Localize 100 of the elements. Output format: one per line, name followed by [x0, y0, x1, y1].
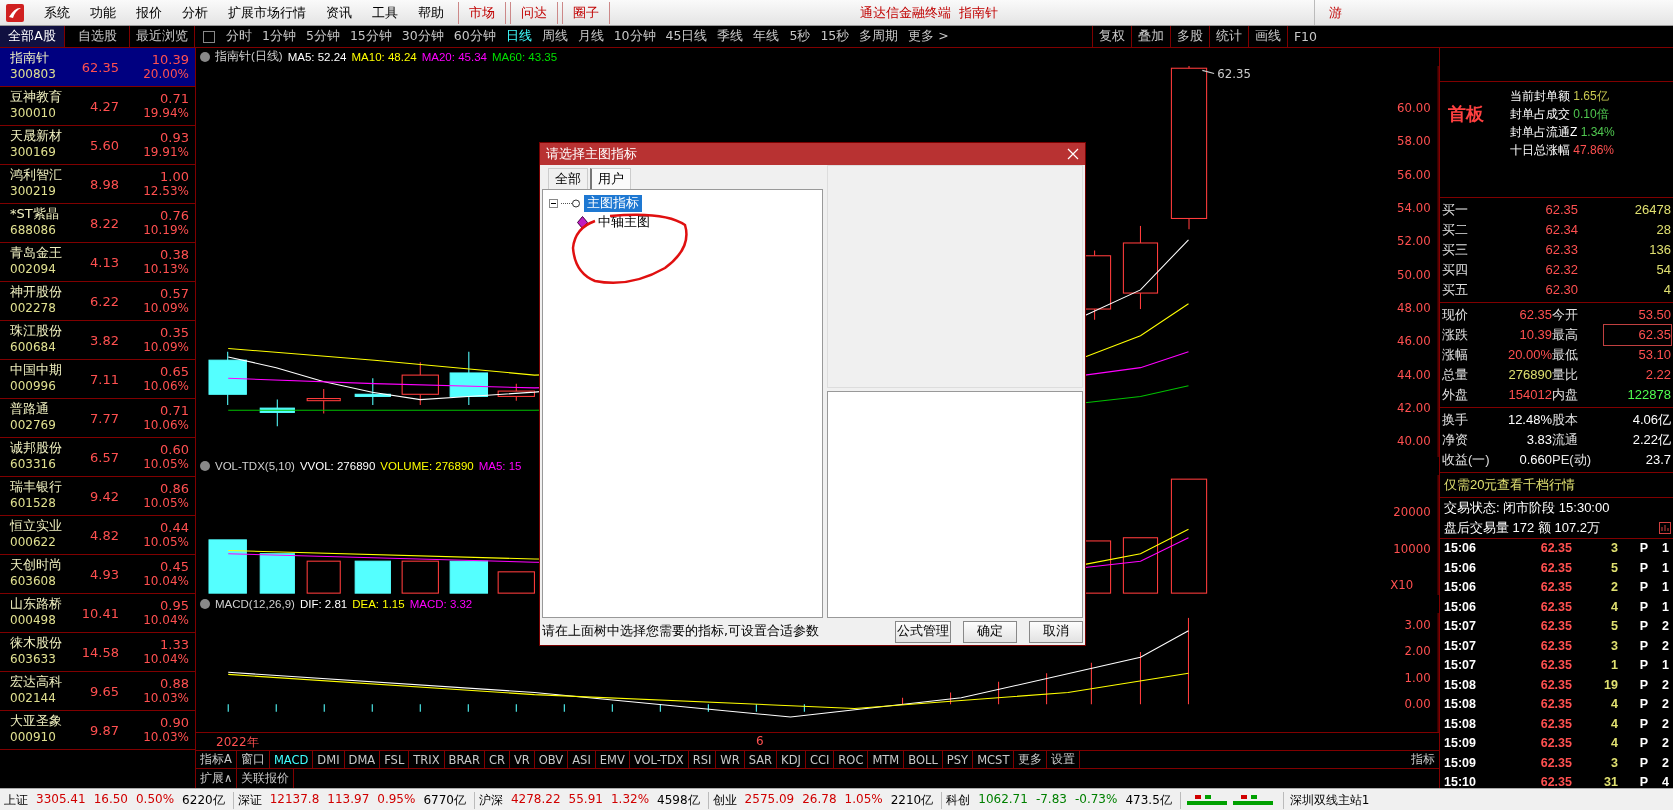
indicator-tab[interactable]: TRIX [409, 751, 445, 769]
indicator-tab[interactable]: MCST [973, 751, 1015, 769]
dialog-tab[interactable]: 全部 [548, 168, 588, 189]
indicator-tab[interactable]: OBV [534, 751, 569, 769]
tool-button[interactable]: 复权 [1091, 26, 1131, 47]
indicator-tab[interactable]: DMI [313, 751, 345, 769]
list-tab[interactable]: 全部A股 [0, 26, 65, 47]
period-tab[interactable]: 年线 [748, 26, 785, 47]
dialog-button[interactable]: 确定 [963, 620, 1017, 643]
list-tab[interactable]: 最近浏览 [130, 26, 195, 47]
tree-item[interactable]: 主图指标 [584, 195, 642, 212]
period-tab[interactable]: 1分钟 [257, 26, 301, 47]
indicator-tab[interactable]: MACD [269, 751, 314, 769]
tree-item[interactable]: 中轴主图 [595, 214, 653, 231]
stock-row[interactable]: 中国中期 000996 7.11 0.65 10.06% [0, 360, 195, 399]
stock-row[interactable]: 大亚圣象 000910 9.87 0.90 10.03% [0, 711, 195, 750]
menu-item[interactable]: 分析 [172, 3, 218, 22]
indicator-tab[interactable]: CR [484, 751, 510, 769]
indicator-tab[interactable]: EMV [595, 751, 630, 769]
period-tab[interactable]: 10分钟 [608, 26, 661, 47]
stock-row[interactable]: 徕木股份 603633 14.58 1.33 10.04% [0, 633, 195, 672]
tool-button[interactable]: 多股 [1169, 26, 1209, 47]
dialog-button[interactable]: 公式管理 [895, 620, 951, 643]
indicator-tab[interactable]: 窗口 [236, 751, 270, 769]
dialog-tab[interactable]: 用户 [590, 168, 631, 189]
period-tab[interactable]: 季线 [712, 26, 749, 47]
menu-item[interactable]: 功能 [80, 3, 126, 22]
stock-row[interactable]: 宏达高科 002144 9.65 0.88 10.03% [0, 672, 195, 711]
stock-row[interactable]: 青岛金王 002094 4.13 0.38 10.13% [0, 243, 195, 282]
period-tab[interactable]: 5秒 [784, 26, 816, 47]
menu-item[interactable]: 工具 [362, 3, 408, 22]
indicator-tab[interactable]: ASI [568, 751, 596, 769]
stock-row[interactable]: 鸿利智汇 300219 8.98 1.00 12.53% [0, 165, 195, 204]
indicator-tab[interactable]: 指标 [1407, 751, 1439, 769]
indicator-tab[interactable]: PSY [942, 751, 974, 769]
stock-row[interactable]: 诚邦股份 603316 6.57 0.60 10.05% [0, 438, 195, 477]
menu-button[interactable]: 游 [1314, 0, 1356, 25]
indicator-tab[interactable]: 设置 [1047, 751, 1081, 769]
period-tab[interactable]: 周线 [536, 26, 573, 47]
indicator-tab[interactable]: VR [509, 751, 535, 769]
stock-row[interactable]: 恒立实业 000622 4.82 0.44 10.05% [0, 516, 195, 555]
indicator-tab[interactable]: DMA [344, 751, 381, 769]
stock-row[interactable]: 神开股份 002278 6.22 0.57 10.09% [0, 282, 195, 321]
toggle-icon[interactable] [200, 461, 210, 472]
volume-bar [497, 571, 535, 595]
period-tab[interactable]: 5分钟 [300, 26, 345, 47]
quick-button[interactable]: 圈子 [562, 1, 610, 24]
indicator-tab[interactable]: RSI [688, 751, 717, 769]
stock-row[interactable]: 山东路桥 000498 10.41 0.95 10.04% [0, 594, 195, 633]
period-tab[interactable]: 日线 [500, 26, 537, 47]
collapse-icon[interactable] [549, 199, 558, 208]
app-logo-icon[interactable] [6, 3, 24, 22]
stock-row[interactable]: 天创时尚 603608 4.93 0.45 10.04% [0, 555, 195, 594]
tool-button[interactable]: 统计 [1208, 26, 1248, 47]
period-tab[interactable]: 分时 [221, 26, 257, 47]
period-tab[interactable]: 15秒 [815, 26, 855, 47]
menu-item[interactable]: 资讯 [316, 3, 362, 22]
toggle-icon[interactable] [200, 599, 210, 610]
close-icon[interactable] [1067, 148, 1079, 160]
toggle-icon[interactable] [200, 52, 210, 62]
period-tab[interactable]: 月线 [572, 26, 609, 47]
menu-item[interactable]: 扩展市场行情 [218, 3, 316, 22]
period-tab[interactable]: 多周期 [854, 26, 904, 47]
indicator-tab[interactable]: SAR [744, 751, 778, 769]
tool-button[interactable]: 画线 [1247, 26, 1287, 47]
indicator-tab[interactable]: BOLL [904, 751, 943, 769]
period-tab[interactable]: 45日线 [660, 26, 713, 47]
indicator-tab[interactable]: KDJ [777, 751, 806, 769]
period-tab[interactable]: 30分钟 [396, 26, 449, 47]
period-tab[interactable]: 60分钟 [448, 26, 501, 47]
indicator-tab[interactable]: MTM [868, 751, 905, 769]
quick-button[interactable]: 市场 [458, 1, 506, 24]
promo-link[interactable]: 仅需20元查看千档行情 [1440, 473, 1673, 498]
indicator-tab[interactable]: ROC [834, 751, 869, 769]
dialog-button[interactable]: 取消 [1029, 620, 1083, 643]
menu-item[interactable]: 系统 [34, 3, 80, 22]
stock-row[interactable]: 瑞丰银行 601528 9.42 0.86 10.05% [0, 477, 195, 516]
tool-button[interactable]: 叠加 [1130, 26, 1170, 47]
indicator-tab[interactable]: 指标A [196, 751, 237, 769]
indicator-tab[interactable]: FSL [380, 751, 410, 769]
list-tab[interactable]: 自选股 [65, 26, 130, 47]
period-tab[interactable]: 15分钟 [344, 26, 397, 47]
period-tab[interactable]: 更多 > [903, 26, 954, 47]
stock-row[interactable]: *ST紫晶 688086 8.22 0.76 10.19% [0, 204, 195, 243]
indicator-tab[interactable]: 更多 [1014, 751, 1048, 769]
panel-toggle-icon[interactable] [203, 31, 215, 43]
stock-row[interactable]: 普路通 002769 7.77 0.71 10.06% [0, 399, 195, 438]
tool-button[interactable]: F10 [1286, 26, 1323, 47]
indicator-tab[interactable]: BRAR [444, 751, 485, 769]
menu-item[interactable]: 帮助 [408, 3, 454, 22]
stock-row[interactable]: 指南针 300803 62.35 10.39 20.00% [0, 48, 195, 87]
menu-item[interactable]: 报价 [126, 3, 172, 22]
indicator-tab[interactable]: VOL-TDX [629, 751, 689, 769]
indicator-tab[interactable]: CCI [805, 751, 835, 769]
bar-chart-icon[interactable] [1659, 522, 1671, 534]
indicator-tab[interactable]: WR [716, 751, 745, 769]
stock-row[interactable]: 豆神教育 300010 4.27 0.71 19.94% [0, 87, 195, 126]
stock-row[interactable]: 天晟新材 300169 5.60 0.93 19.91% [0, 126, 195, 165]
stock-row[interactable]: 珠江股份 600684 3.82 0.35 10.09% [0, 321, 195, 360]
quick-button[interactable]: 问达 [510, 1, 558, 24]
